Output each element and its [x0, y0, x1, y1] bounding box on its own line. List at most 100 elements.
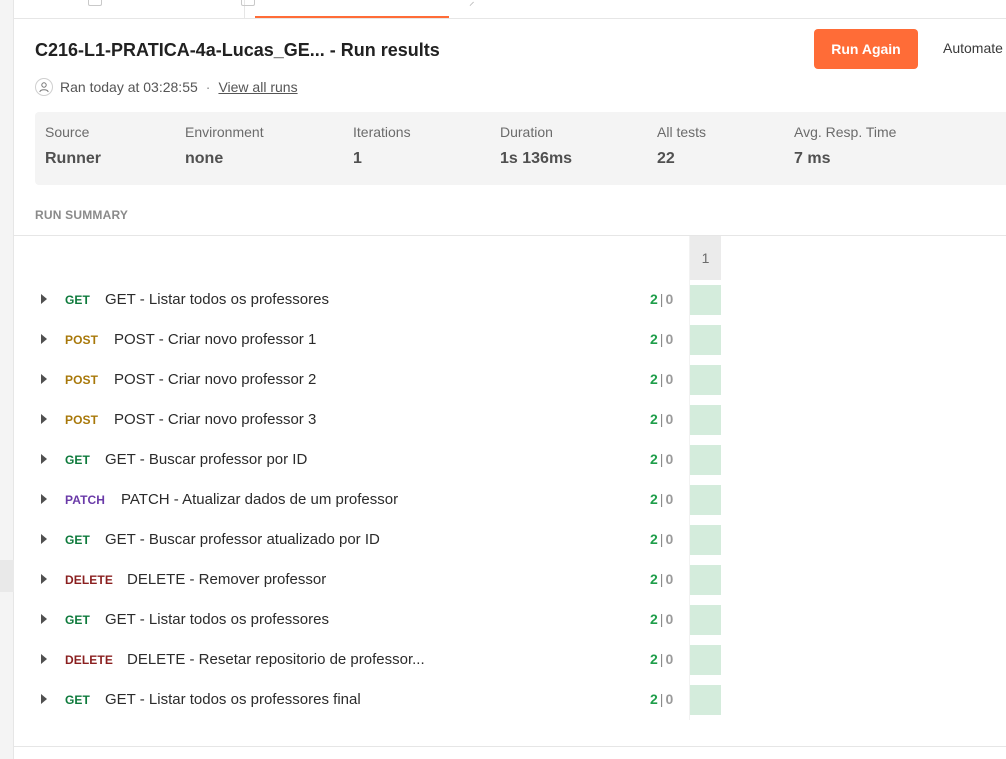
test-counts: 2 | 0	[650, 651, 673, 667]
count-separator: |	[659, 531, 664, 547]
run-again-button[interactable]: Run Again	[814, 29, 918, 69]
active-tab-indicator	[255, 16, 449, 18]
tab-icon	[88, 0, 102, 6]
request-row[interactable]: GET GET - Buscar professor por ID 2 | 0	[14, 441, 721, 481]
test-counts: 2 | 0	[650, 411, 673, 427]
expand-caret-icon[interactable]	[41, 494, 47, 504]
request-method: POST	[65, 373, 99, 387]
request-name: GET - Listar todos os professores	[105, 611, 329, 628]
passed-count: 2	[650, 611, 658, 627]
expand-caret-icon[interactable]	[41, 374, 47, 384]
iteration-result-cell[interactable]	[690, 485, 721, 515]
request-name: DELETE - Remover professor	[127, 571, 327, 588]
iteration-result-cell[interactable]	[690, 685, 721, 715]
expand-caret-icon[interactable]	[41, 534, 47, 544]
count-separator: |	[659, 691, 664, 707]
test-counts: 2 | 0	[650, 491, 673, 507]
request-name: POST - Criar novo professor 2	[114, 371, 317, 388]
failed-count: 0	[665, 491, 674, 507]
failed-count: 0	[665, 651, 674, 667]
passed-count: 2	[650, 291, 658, 307]
expand-caret-icon[interactable]	[41, 574, 47, 584]
user-icon	[35, 78, 53, 96]
request-method: POST	[65, 333, 99, 347]
stat-label: All tests	[657, 124, 707, 140]
request-row[interactable]: POST POST - Criar novo professor 3 2 | 0	[14, 401, 721, 441]
iteration-result-cell[interactable]	[690, 645, 721, 675]
stat-avg-resp-time: Avg. Resp. Time 7 ms	[794, 124, 896, 168]
request-name: POST - Criar novo professor 3	[114, 411, 317, 428]
separator-dot: ·	[205, 79, 211, 95]
count-separator: |	[659, 571, 664, 587]
failed-count: 0	[665, 691, 674, 707]
request-name: GET - Listar todos os professores final	[105, 691, 361, 708]
stat-label: Environment	[185, 124, 264, 140]
iteration-result-cell[interactable]	[690, 405, 721, 435]
request-method: GET	[65, 453, 90, 467]
expand-caret-icon[interactable]	[41, 454, 47, 464]
stat-label: Duration	[500, 124, 553, 140]
iteration-result-cell[interactable]	[690, 525, 721, 555]
expand-caret-icon[interactable]	[41, 614, 47, 624]
tab-close-icon[interactable]: ⸝	[469, 0, 475, 9]
stat-value: none	[185, 150, 224, 167]
request-row[interactable]: POST POST - Criar novo professor 2 2 | 0	[14, 361, 721, 401]
stat-source: Source Runner	[45, 124, 101, 168]
request-row[interactable]: GET GET - Listar todos os professores fin…	[14, 681, 721, 721]
expand-caret-icon[interactable]	[41, 414, 47, 424]
left-sidebar-edge	[0, 0, 14, 759]
ran-time-text: Ran today at 03:28:55	[60, 79, 198, 95]
passed-count: 2	[650, 371, 658, 387]
test-counts: 2 | 0	[650, 531, 673, 547]
run-summary-heading: RUN SUMMARY	[35, 208, 129, 222]
stat-environment: Environment none	[185, 124, 264, 168]
automate-button[interactable]: Automate	[943, 40, 1003, 56]
request-row[interactable]: PATCH PATCH - Atualizar dados de um profe…	[14, 481, 721, 521]
expand-caret-icon[interactable]	[41, 294, 47, 304]
iteration-result-cell[interactable]	[690, 565, 721, 595]
expand-caret-icon[interactable]	[41, 694, 47, 704]
passed-count: 2	[650, 691, 658, 707]
test-counts: 2 | 0	[650, 691, 673, 707]
request-method: GET	[65, 613, 90, 627]
request-row[interactable]: DELETE DELETE - Resetar repositorio de pr…	[14, 641, 721, 681]
failed-count: 0	[665, 571, 674, 587]
tab-icon	[241, 0, 255, 6]
expand-caret-icon[interactable]	[41, 334, 47, 344]
iteration-result-cell[interactable]	[690, 605, 721, 635]
failed-count: 0	[665, 411, 674, 427]
run-meta: Ran today at 03:28:55 · View all runs	[35, 77, 298, 97]
request-row[interactable]: GET GET - Listar todos os professores 2 | 0	[14, 601, 721, 641]
request-name: GET - Buscar professor atualizado por ID	[105, 531, 380, 548]
request-method: POST	[65, 413, 99, 427]
passed-count: 2	[650, 491, 658, 507]
stat-label: Source	[45, 124, 90, 140]
passed-count: 2	[650, 451, 658, 467]
iteration-result-cell[interactable]	[690, 445, 721, 475]
request-method: GET	[65, 693, 90, 707]
count-separator: |	[659, 291, 664, 307]
iteration-result-cell[interactable]	[690, 285, 721, 315]
stat-iterations: Iterations 1	[353, 124, 411, 168]
iteration-result-cell[interactable]	[690, 365, 721, 395]
request-name: GET - Buscar professor por ID	[105, 451, 308, 468]
request-name: GET - Listar todos os professores	[105, 291, 329, 308]
request-method: DELETE	[65, 573, 113, 587]
request-row[interactable]: DELETE DELETE - Remover professor 2 | 0	[14, 561, 721, 601]
divider	[14, 235, 1006, 236]
request-method: GET	[65, 533, 90, 547]
test-counts: 2 | 0	[650, 291, 673, 307]
request-row[interactable]: POST POST - Criar novo professor 1 2 | 0	[14, 321, 721, 361]
request-row[interactable]: GET GET - Buscar professor atualizado por…	[14, 521, 721, 561]
request-method: PATCH	[65, 493, 106, 507]
run-stats-panel: Source Runner Environment none Iteration…	[35, 112, 1006, 185]
stat-value: Runner	[45, 150, 101, 167]
expand-caret-icon[interactable]	[41, 654, 47, 664]
page-title: C216-L1-PRATICA-4a-Lucas_GE... - Run res…	[35, 40, 440, 60]
view-all-runs-link[interactable]: View all runs	[218, 79, 297, 95]
failed-count: 0	[665, 331, 674, 347]
iteration-header: 1	[690, 236, 721, 280]
request-row[interactable]: GET GET - Listar todos os professores 2 | 0	[14, 281, 721, 321]
passed-count: 2	[650, 411, 658, 427]
iteration-result-cell[interactable]	[690, 325, 721, 355]
